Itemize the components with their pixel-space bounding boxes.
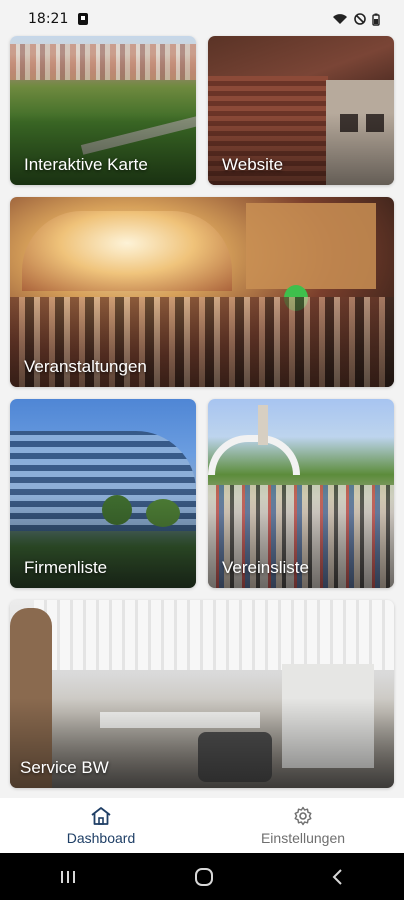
nav-dashboard[interactable]: Dashboard: [0, 798, 202, 853]
tile-label: Veranstaltungen: [24, 357, 147, 376]
recent-apps-icon[interactable]: [59, 869, 77, 885]
tile-firmenliste[interactable]: Firmenliste: [10, 399, 196, 588]
tile-vereinsliste[interactable]: Vereinsliste: [208, 399, 394, 588]
church-tower-image: [258, 405, 268, 445]
nav-einstellungen-label: Einstellungen: [260, 829, 346, 846]
status-time: 18:21: [28, 11, 69, 27]
nav-einstellungen[interactable]: Einstellungen: [202, 798, 404, 853]
tile-label: Vereinsliste: [222, 558, 309, 577]
tile-label: Interaktive Karte: [24, 155, 148, 174]
notification-icon: [78, 13, 89, 25]
home-icon: [91, 806, 111, 825]
tile-veranstaltungen[interactable]: Veranstaltungen: [10, 197, 394, 387]
tile-interaktive-karte[interactable]: Interaktive Karte: [10, 36, 196, 185]
tile-label: Firmenliste: [24, 558, 108, 577]
status-bar: 18:21: [0, 0, 404, 38]
bottom-navigation: Dashboard Einstellungen: [0, 798, 404, 853]
wifi-icon: [333, 14, 347, 24]
battery-icon: [372, 13, 380, 26]
system-navigation-bar: [0, 853, 404, 900]
tile-service-bw[interactable]: Service BW: [10, 600, 394, 788]
stage-image: [22, 211, 232, 291]
window-blinds-image: [34, 600, 394, 670]
tile-label: Website: [222, 155, 284, 174]
back-icon[interactable]: [331, 868, 345, 886]
town-rooftops-image: [10, 44, 196, 80]
nav-dashboard-label: Dashboard: [66, 829, 136, 846]
building-image: [246, 203, 376, 289]
do-not-disturb-icon: [354, 13, 366, 25]
gear-icon: [294, 806, 312, 825]
home-button-icon[interactable]: [194, 867, 214, 887]
tile-label: Service BW: [20, 758, 109, 777]
finish-arch-image: [208, 435, 300, 475]
tile-website[interactable]: Website: [208, 36, 394, 185]
